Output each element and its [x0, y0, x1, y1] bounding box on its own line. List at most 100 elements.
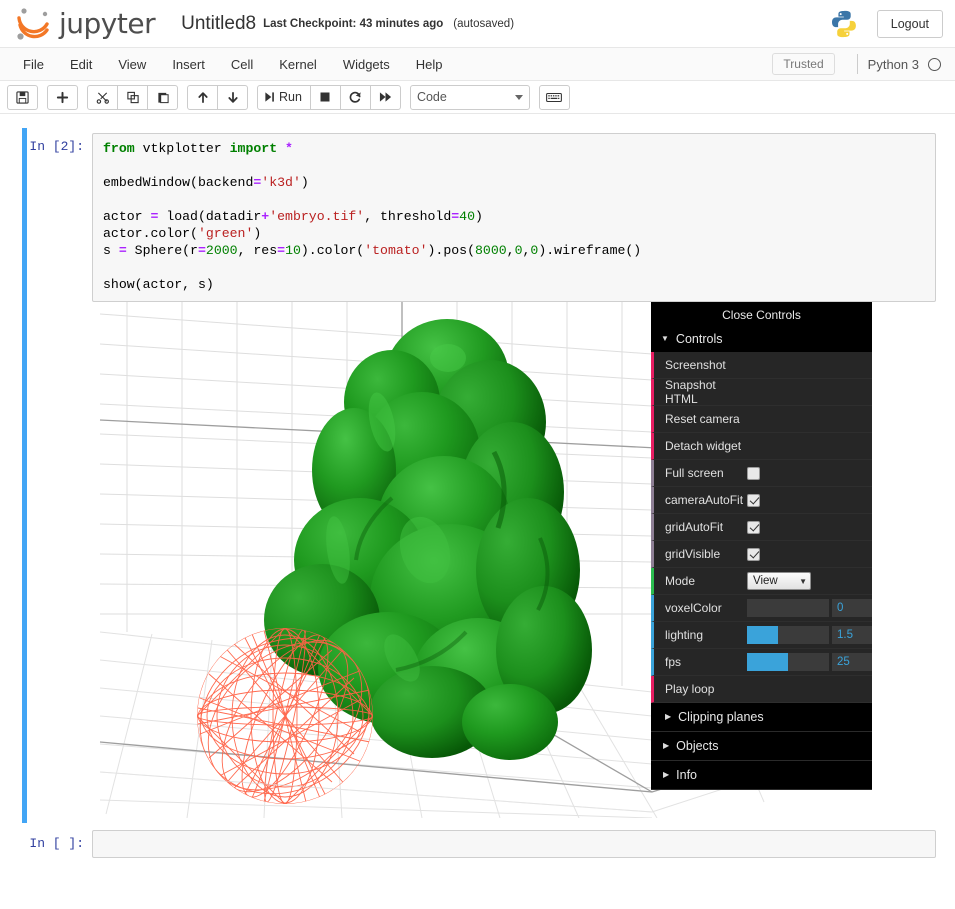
objects-section[interactable]: ▶ Objects [651, 732, 872, 761]
camera-autofit-checkbox[interactable] [747, 493, 760, 507]
kernel-name-label: Python 3 [867, 56, 919, 72]
snapshot-html-button[interactable]: Snapshot HTML [651, 378, 872, 406]
menu-file[interactable]: File [10, 51, 57, 78]
cell-type-select[interactable]: Code [409, 84, 530, 110]
lighting-row[interactable]: lighting 1.5 [651, 622, 872, 649]
voxelcolor-value[interactable]: 0 [832, 599, 872, 617]
stop-square-icon [320, 92, 330, 102]
screenshot-label: Screenshot [665, 358, 726, 372]
code-editor-1[interactable]: from vtkplotter import * embedWindow(bac… [92, 133, 936, 302]
close-controls-button[interactable]: Close Controls [651, 302, 872, 327]
toolbar-group-palette [538, 84, 570, 110]
cell-input-row: In [ ]: [14, 830, 936, 858]
paste-button[interactable] [147, 84, 178, 110]
menubar-status-group: Trusted Python 3 [772, 53, 955, 75]
menu-widgets[interactable]: Widgets [330, 51, 403, 78]
fps-row[interactable]: fps 25 [651, 649, 872, 676]
menu-kernel[interactable]: Kernel [266, 51, 330, 78]
code-cell-1[interactable]: In [2]: from vtkplotter import * embedWi… [14, 128, 941, 823]
snapshot-html-label: Snapshot HTML [665, 378, 716, 406]
voxelcolor-controls: 0 [747, 599, 872, 617]
code-cell-2[interactable]: In [ ]: [14, 825, 941, 863]
notebook-title[interactable]: Untitled8 [181, 14, 256, 33]
grid-visible-label: gridVisible [665, 547, 721, 561]
clipping-planes-section[interactable]: ▶ Clipping planes [651, 703, 872, 732]
fps-slider-fill [747, 653, 788, 671]
lighting-value[interactable]: 1.5 [832, 626, 872, 644]
copy-icon [126, 91, 139, 103]
cell-output-area-1: Close Controls ▼ Controls Screenshot Sna… [14, 302, 936, 818]
grid-visible-checkbox[interactable] [747, 547, 760, 561]
cell-type-value: Code [416, 90, 447, 104]
notebook-header: jupyter Untitled8 Last Checkpoint: 43 mi… [0, 0, 955, 48]
code-editor-2[interactable] [92, 830, 936, 858]
scissors-icon [96, 91, 109, 104]
toolbar-group-move [187, 84, 248, 110]
menu-insert[interactable]: Insert [159, 51, 218, 78]
command-palette-button[interactable] [538, 84, 570, 110]
voxelcolor-row[interactable]: voxelColor 0 [651, 595, 872, 622]
menu-view[interactable]: View [105, 51, 159, 78]
play-loop-button[interactable]: Play loop [651, 676, 872, 703]
cell-prompt-in-empty: In [ ]: [29, 836, 84, 851]
k3d-widget[interactable]: Close Controls ▼ Controls Screenshot Sna… [92, 302, 872, 818]
header-right-group: Logout [829, 9, 943, 39]
voxelcolor-slider[interactable] [747, 599, 829, 617]
mode-select[interactable]: View ▼ [747, 572, 811, 590]
autosave-status: (autosaved) [453, 17, 515, 30]
menu-edit[interactable]: Edit [57, 51, 105, 78]
info-section[interactable]: ▶ Info [651, 761, 872, 790]
camera-autofit-row[interactable]: cameraAutoFit [651, 487, 872, 514]
reset-camera-button[interactable]: Reset camera [651, 406, 872, 433]
interrupt-kernel-button[interactable] [309, 84, 341, 110]
mode-row[interactable]: Mode View ▼ [651, 568, 872, 595]
plus-icon [56, 91, 69, 103]
detach-widget-button[interactable]: Detach widget [651, 433, 872, 460]
logout-button[interactable]: Logout [876, 9, 943, 38]
chevron-down-icon: ▼ [799, 576, 807, 586]
save-floppy-icon [16, 90, 29, 104]
k3d-controls-panel[interactable]: Close Controls ▼ Controls Screenshot Sna… [651, 302, 872, 790]
menu-help[interactable]: Help [403, 51, 456, 78]
full-screen-row[interactable]: Full screen [651, 460, 872, 487]
jupyter-wordmark: jupyter [59, 6, 156, 40]
fps-value[interactable]: 25 [832, 653, 872, 671]
fps-slider[interactable] [747, 653, 829, 671]
triangle-right-icon: ▶ [663, 741, 670, 750]
restart-kernel-button[interactable] [339, 84, 371, 110]
copy-button[interactable] [117, 84, 148, 110]
menu-cell[interactable]: Cell [218, 51, 266, 78]
lighting-label: lighting [665, 628, 704, 642]
chevron-down-icon [514, 94, 523, 100]
toolbar-group-clipboard [87, 84, 178, 110]
restart-circle-icon [349, 91, 361, 103]
notebook-toolbar: Run Code [0, 81, 955, 114]
cut-button[interactable] [87, 84, 118, 110]
screenshot-button[interactable]: Screenshot [651, 352, 872, 379]
controls-section-header[interactable]: ▼ Controls [651, 327, 872, 352]
grid-autofit-row[interactable]: gridAutoFit [651, 514, 872, 541]
run-cell-button[interactable]: Run [257, 84, 311, 110]
kernel-idle-circle-icon[interactable] [928, 57, 941, 71]
full-screen-checkbox[interactable] [747, 466, 760, 480]
menubar-divider [856, 54, 858, 74]
grid-autofit-checkbox[interactable] [747, 520, 760, 534]
lighting-slider-fill [747, 626, 779, 644]
save-button[interactable] [7, 84, 38, 110]
jupyter-logo[interactable]: jupyter [14, 6, 156, 42]
lighting-slider[interactable] [747, 626, 829, 644]
grid-visible-row[interactable]: gridVisible [651, 541, 872, 568]
move-cell-down-button[interactable] [217, 84, 248, 110]
triangle-right-icon: ▶ [665, 712, 672, 721]
trusted-badge[interactable]: Trusted [772, 53, 835, 75]
cell-prompt-in-2: In [2]: [29, 139, 84, 154]
jupyter-logo-icon [17, 7, 49, 40]
info-label: Info [676, 768, 698, 782]
toolbar-group-save [7, 84, 38, 110]
triangle-down-icon: ▼ [661, 334, 669, 343]
lighting-controls: 1.5 [747, 626, 872, 644]
reset-camera-label: Reset camera [665, 412, 740, 426]
restart-and-run-all-button[interactable] [369, 84, 401, 110]
insert-cell-below-button[interactable] [47, 84, 78, 110]
move-cell-up-button[interactable] [187, 84, 218, 110]
